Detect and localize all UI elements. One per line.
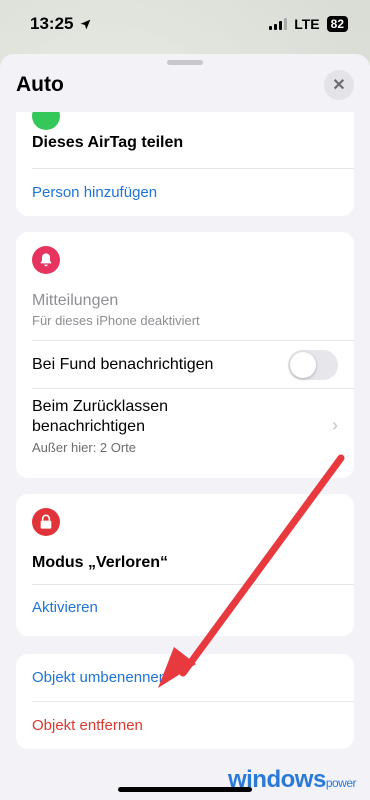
notify-found-row: Bei Fund benachrichtigen	[32, 340, 354, 388]
lost-mode-title: Modus „Verloren“	[32, 554, 169, 571]
remove-object-row[interactable]: Objekt entfernen	[32, 701, 354, 749]
rename-object-row[interactable]: Objekt umbenennen	[16, 654, 354, 701]
status-time: 13:25	[30, 14, 74, 33]
close-button[interactable]: ✕	[324, 70, 354, 100]
share-airtag-title: Dieses AirTag teilen	[32, 134, 184, 151]
notifications-info: Mitteilungen Für dieses iPhone deaktivie…	[16, 274, 354, 340]
chevron-right-icon: ›	[332, 415, 338, 435]
sheet-title: Auto	[16, 73, 64, 96]
activate-link[interactable]: Aktivieren	[32, 599, 98, 616]
notifications-title: Mitteilungen	[32, 292, 119, 309]
notify-found-toggle[interactable]	[288, 349, 338, 380]
object-actions-card: Objekt umbenennen Objekt entfernen	[16, 654, 354, 749]
battery-indicator: 82	[326, 16, 348, 32]
add-person-row[interactable]: Person hinzufügen	[32, 168, 354, 216]
item-detail-sheet: Auto ✕ Dieses AirTag teilen Person hinzu…	[0, 54, 370, 800]
close-icon: ✕	[332, 77, 346, 94]
left-behind-label: Beim Zurücklassen benachrichtigen	[32, 397, 169, 435]
status-bar: 13:25 LTE 82	[0, 0, 370, 48]
add-person-link[interactable]: Person hinzufügen	[32, 184, 157, 201]
notifications-subtitle: Für dieses iPhone deaktiviert	[32, 313, 200, 328]
share-card: Dieses AirTag teilen Person hinzufügen	[16, 112, 354, 216]
bell-icon	[32, 246, 60, 274]
left-behind-sub: Außer hier: 2 Orte	[32, 439, 137, 455]
activate-row[interactable]: Aktivieren	[32, 584, 354, 630]
rename-object-button[interactable]: Objekt umbenennen	[32, 669, 167, 686]
remove-object-button[interactable]: Objekt entfernen	[32, 717, 143, 734]
left-behind-row[interactable]: Beim Zurücklassen benachrichtigen Außer …	[32, 388, 354, 462]
notify-found-label: Bei Fund benachrichtigen	[32, 355, 214, 373]
sheet-grabber[interactable]	[167, 60, 203, 65]
lost-mode-card: Modus „Verloren“ Aktivieren	[16, 494, 354, 636]
lost-mode-info: Modus „Verloren“	[16, 536, 354, 584]
sheet-header: Auto ✕	[16, 68, 354, 102]
lock-icon	[32, 508, 60, 536]
network-type: LTE	[294, 16, 320, 32]
notifications-card: Mitteilungen Für dieses iPhone deaktivie…	[16, 232, 354, 478]
location-arrow-icon	[81, 19, 91, 29]
cellular-signal-icon	[269, 18, 288, 30]
watermark-logo: windowspower	[227, 766, 357, 793]
share-airtag-row[interactable]: Dieses AirTag teilen	[16, 112, 354, 168]
